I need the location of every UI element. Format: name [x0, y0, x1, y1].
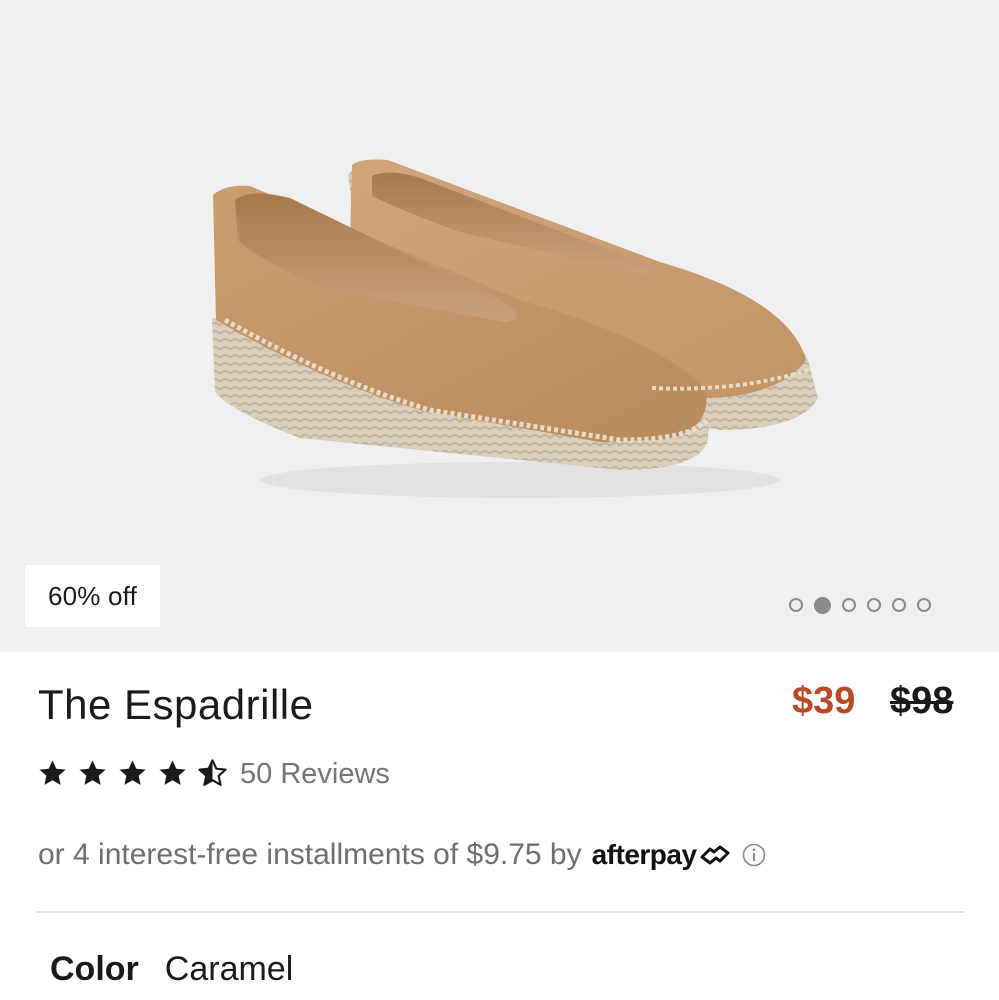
carousel-dot-2[interactable] [814, 596, 831, 614]
installments-text: or 4 interest-free installments of $9.75… [38, 838, 582, 871]
carousel-dot-6[interactable] [917, 598, 931, 612]
color-label: Color [50, 950, 139, 988]
product-image[interactable] [0, 0, 999, 652]
sale-price: $39 [792, 680, 856, 722]
installments-row: or 4 interest-free installments of $9.75… [38, 838, 766, 872]
selected-color-name: Caramel [164, 950, 294, 988]
product-gallery[interactable]: 60% off [0, 0, 999, 652]
info-icon[interactable] [742, 843, 766, 867]
star-full-icon [116, 757, 149, 789]
star-full-icon [156, 757, 189, 789]
color-selector-row: Color Caramel [50, 950, 293, 989]
discount-badge: 60% off [25, 565, 160, 627]
star-half-icon [196, 757, 229, 789]
carousel-dot-5[interactable] [892, 598, 906, 612]
section-divider [37, 911, 965, 913]
afterpay-wordmark: afterpay [591, 839, 697, 870]
carousel-dot-1[interactable] [789, 598, 803, 612]
product-page: 60% off The Espadrille $39 $98 50 Review… [0, 0, 999, 1000]
carousel-dot-4[interactable] [867, 598, 881, 612]
original-price: $98 [890, 680, 954, 722]
star-full-icon [76, 757, 109, 789]
star-full-icon [36, 757, 69, 789]
product-title: The Espadrille [38, 681, 314, 728]
carousel-dot-3[interactable] [842, 598, 856, 612]
star-rating[interactable] [36, 757, 229, 789]
afterpay-logo: afterpay [592, 839, 732, 871]
afterpay-arrows-icon [700, 845, 730, 865]
carousel-dots[interactable] [789, 596, 931, 614]
reviews-link[interactable]: 50 Reviews [240, 758, 390, 791]
